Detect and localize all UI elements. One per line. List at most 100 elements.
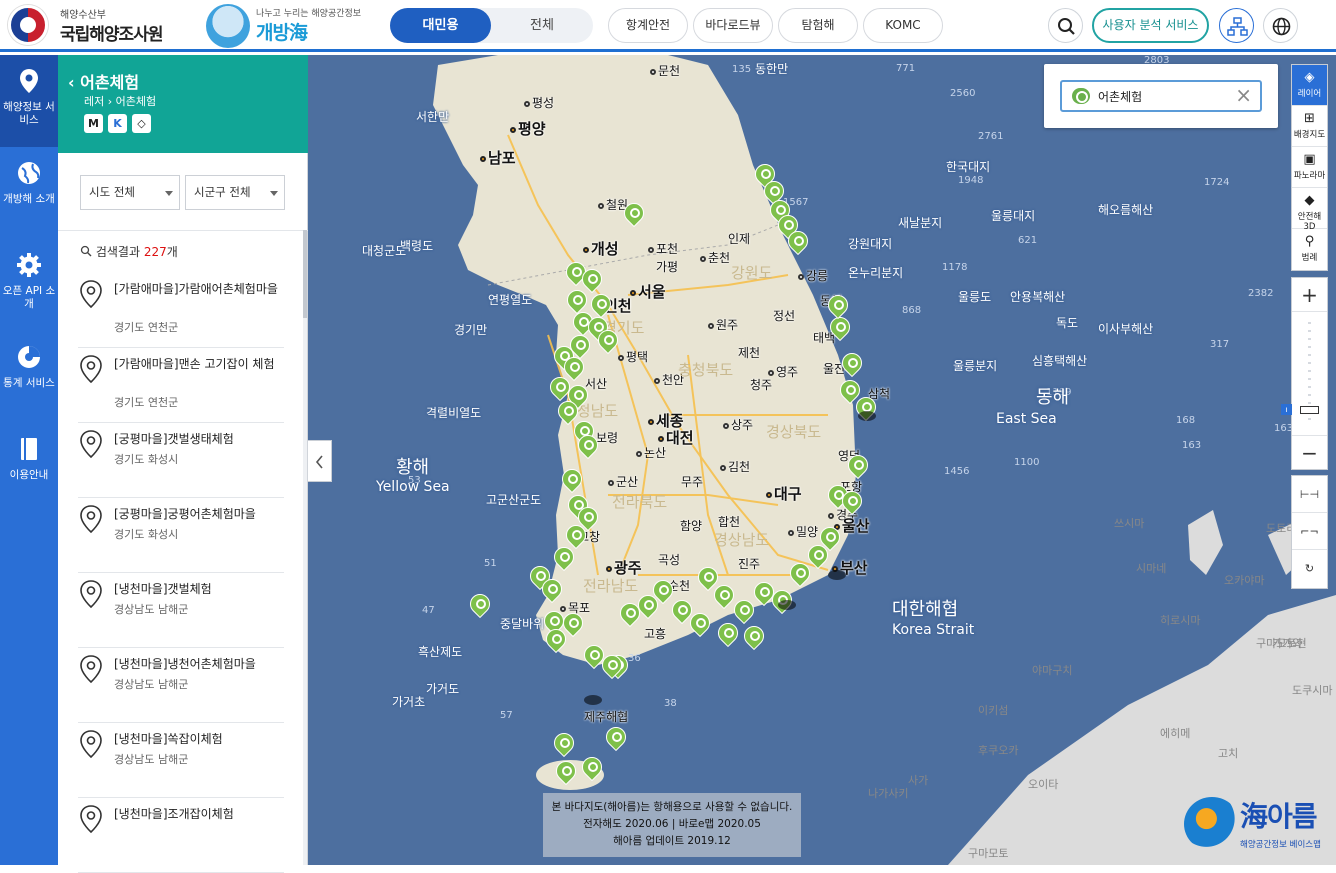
poi-marker[interactable] — [744, 626, 764, 648]
list-item[interactable]: [냉천마을]조개잡이체험 — [78, 798, 284, 873]
poi-marker[interactable] — [848, 455, 868, 477]
layer-button[interactable]: ◈ 레이어 — [1292, 65, 1327, 106]
nav-komc[interactable]: KOMC — [863, 8, 943, 43]
city-name: 원주 — [716, 318, 739, 332]
sea-feature-label: 중달바위 — [500, 617, 545, 631]
basemap-button[interactable]: ⊞ 배경지도 — [1292, 106, 1327, 147]
user-analysis-button[interactable]: 사용자 분석 서비스 — [1092, 8, 1209, 43]
sidebar-item-ocean-info[interactable]: 해양정보 서비스 — [0, 55, 58, 147]
list-item-title: [궁평마을]갯벌생태체험 — [114, 432, 234, 446]
org-name[interactable]: 국립해양조사원 — [60, 20, 163, 45]
poi-marker[interactable] — [556, 761, 576, 783]
badge-k[interactable]: K — [108, 114, 127, 133]
poi-marker[interactable] — [578, 435, 598, 457]
city-name: 서울 — [638, 283, 666, 301]
poi-marker[interactable] — [558, 401, 578, 423]
panorama-button[interactable]: ▣ 파노라마 — [1292, 147, 1327, 188]
poi-marker[interactable] — [672, 600, 692, 622]
poi-marker[interactable] — [690, 613, 710, 635]
safe-sea-3d-button[interactable]: ◆ 안전해3D — [1292, 188, 1327, 232]
list-item[interactable]: [궁평마을]갯벌생태체험 경기도 화성시 — [78, 423, 284, 498]
zoom-in-button[interactable]: + — [1292, 278, 1327, 312]
district-select[interactable]: 시군구 전체 — [185, 175, 285, 210]
sidebar-item-guide[interactable]: 이용안내 — [0, 423, 58, 515]
poi-marker[interactable] — [563, 613, 583, 635]
sitemap-button[interactable] — [1219, 8, 1254, 43]
poi-marker[interactable] — [602, 655, 622, 677]
eraser-icon[interactable]: ◇ — [132, 114, 151, 133]
close-icon[interactable]: × — [1235, 83, 1252, 107]
poi-marker[interactable] — [554, 733, 574, 755]
location-pin-icon — [80, 655, 102, 684]
poi-marker[interactable] — [554, 547, 574, 569]
audience-all-button[interactable]: 전체 — [491, 8, 593, 43]
poi-marker[interactable] — [820, 527, 840, 549]
legend-button[interactable]: ⚲ 범례 — [1292, 229, 1327, 270]
sidebar-item-statistics[interactable]: 통계 서비스 — [0, 331, 58, 423]
poi-marker[interactable] — [591, 294, 611, 316]
zoom-out-button[interactable]: − — [1292, 435, 1327, 469]
poi-marker[interactable] — [653, 580, 673, 602]
panel-collapse-button[interactable] — [308, 440, 332, 482]
poi-marker[interactable] — [734, 600, 754, 622]
poi-marker[interactable] — [567, 290, 587, 312]
zoom-handle[interactable] — [1300, 406, 1319, 414]
poi-marker[interactable] — [562, 469, 582, 491]
japan-label: 고치 — [1218, 747, 1239, 760]
city-name: 대구 — [774, 485, 802, 503]
poi-marker[interactable] — [842, 491, 862, 513]
sea-feature-label: 해오름해산 — [1098, 203, 1154, 217]
poi-marker[interactable] — [840, 380, 860, 402]
list-item[interactable]: [냉천마을]쏙잡이체험 경상남도 남해군 — [78, 723, 284, 798]
poi-marker[interactable] — [828, 295, 848, 317]
depth-label: 38 — [664, 698, 677, 709]
poi-marker[interactable] — [582, 757, 602, 779]
poi-marker[interactable] — [566, 525, 586, 547]
breadcrumb-parent[interactable]: 레저 — [84, 95, 104, 108]
audience-public-button[interactable]: 대민용 — [390, 8, 491, 43]
sidebar-item-about[interactable]: 개방해 소개 — [0, 147, 58, 239]
list-item[interactable]: [가람애마을]가람애어촌체험마을 경기도 연천군 — [78, 273, 284, 348]
panel-back-title[interactable]: ‹ 어촌체험 — [68, 69, 139, 93]
list-item[interactable]: [냉천마을]갯벌체험 경상남도 남해군 — [78, 573, 284, 648]
nav-explore[interactable]: 탐험해 — [778, 8, 858, 43]
list-item[interactable]: [궁평마을]궁평어촌체험마을 경기도 화성시 — [78, 498, 284, 573]
map-label-city: 문천 — [650, 62, 680, 79]
poi-marker[interactable] — [788, 231, 808, 253]
government-emblem-logo[interactable] — [8, 5, 48, 45]
poi-marker[interactable] — [470, 594, 490, 616]
poi-marker[interactable] — [718, 623, 738, 645]
area-measure-icon[interactable]: ⌐¬ — [1292, 513, 1327, 550]
badge-m[interactable]: M — [84, 114, 103, 133]
poi-marker[interactable] — [842, 353, 862, 375]
poi-marker[interactable] — [790, 563, 810, 585]
poi-marker[interactable] — [606, 727, 626, 749]
sidebar-item-open-api[interactable]: 오픈 API 소개 — [0, 239, 58, 331]
poi-marker[interactable] — [624, 203, 644, 225]
poi-marker[interactable] — [714, 585, 734, 607]
brand-mascot-logo[interactable] — [206, 4, 250, 48]
city-name: 개성 — [591, 240, 619, 258]
list-scrollbar[interactable] — [303, 230, 307, 865]
poi-marker[interactable] — [582, 269, 602, 291]
poi-marker[interactable] — [598, 330, 618, 352]
map-search-input[interactable]: 어촌체험 × — [1060, 80, 1262, 112]
poi-marker[interactable] — [564, 357, 584, 379]
poi-marker[interactable] — [542, 579, 562, 601]
cube-icon: ◆ — [1304, 193, 1315, 208]
province-select[interactable]: 시도 전체 — [80, 175, 180, 210]
search-button[interactable] — [1048, 8, 1083, 43]
map-view[interactable]: 771 2803 2560 1567 2761 1948 1724 1178 8… — [308, 55, 1336, 865]
reset-icon[interactable]: ↻ — [1292, 550, 1327, 587]
nav-port-safety[interactable]: 항계안전 — [608, 8, 688, 43]
list-item[interactable]: [냉천마을]냉천어촌체험마을 경상남도 남해군 — [78, 648, 284, 723]
zoom-level-flag: ı — [1281, 404, 1292, 415]
language-button[interactable] — [1263, 8, 1298, 43]
nav-sea-roadview[interactable]: 바다로드뷰 — [693, 8, 773, 43]
poi-marker[interactable] — [830, 317, 850, 339]
scrollbar-thumb[interactable] — [303, 230, 307, 318]
list-item[interactable]: [가람애마을]맨손 고기잡이 체험 경기도 연천군 — [78, 348, 284, 423]
distance-measure-icon[interactable]: ⊢⊣ — [1292, 476, 1327, 513]
brand-name[interactable]: 개방海 — [256, 18, 308, 45]
poi-marker[interactable] — [546, 629, 566, 651]
